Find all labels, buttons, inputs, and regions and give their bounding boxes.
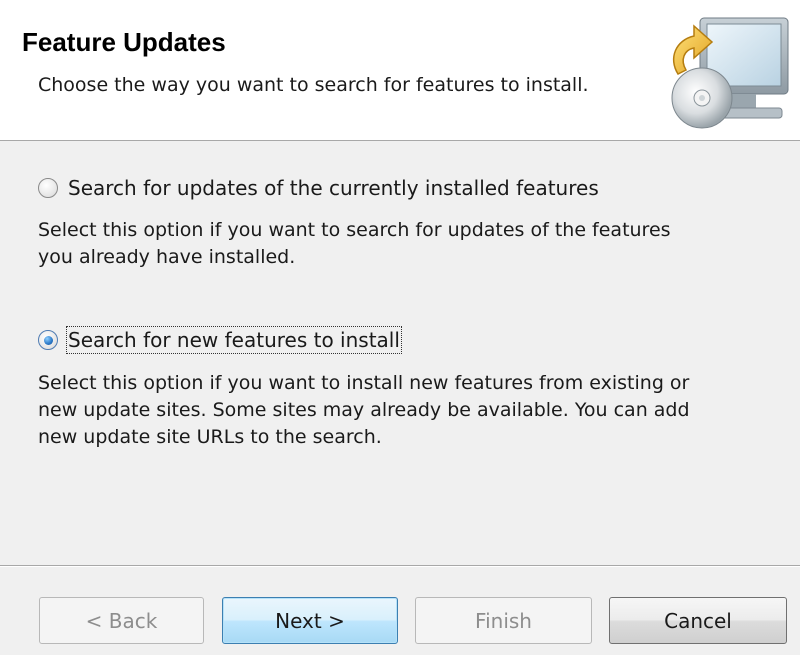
back-button[interactable]: < Back bbox=[39, 597, 204, 644]
option-new-features-description: Select this option if you want to instal… bbox=[38, 370, 778, 451]
description-line: new update sites. Some sites may already… bbox=[38, 399, 690, 421]
description-line: you already have installed. bbox=[38, 246, 296, 268]
description-line: Select this option if you want to search… bbox=[38, 219, 671, 241]
button-bar-separator bbox=[0, 565, 800, 567]
option-update-installed[interactable]: Search for updates of the currently inst… bbox=[38, 176, 599, 200]
page-title: Feature Updates bbox=[22, 27, 226, 57]
page-subtitle: Choose the way you want to search for fe… bbox=[38, 74, 589, 96]
update-computer-cd-icon bbox=[671, 17, 789, 129]
description-line: new update site URLs to the search. bbox=[38, 426, 382, 448]
radio-dot bbox=[43, 335, 53, 345]
option-update-installed-label[interactable]: Search for updates of the currently inst… bbox=[68, 176, 599, 200]
next-button[interactable]: Next > bbox=[222, 597, 398, 644]
wizard-header: Feature Updates Choose the way you want … bbox=[0, 0, 800, 141]
cancel-button[interactable]: Cancel bbox=[609, 597, 787, 644]
description-line: Select this option if you want to instal… bbox=[38, 372, 690, 394]
finish-button[interactable]: Finish bbox=[415, 597, 592, 644]
option-update-installed-description: Select this option if you want to search… bbox=[38, 217, 778, 271]
radio-unchecked-icon[interactable] bbox=[38, 178, 58, 198]
option-new-features[interactable]: Search for new features to install bbox=[38, 326, 402, 354]
radio-checked-icon[interactable] bbox=[38, 330, 58, 350]
option-new-features-label[interactable]: Search for new features to install bbox=[66, 326, 402, 354]
